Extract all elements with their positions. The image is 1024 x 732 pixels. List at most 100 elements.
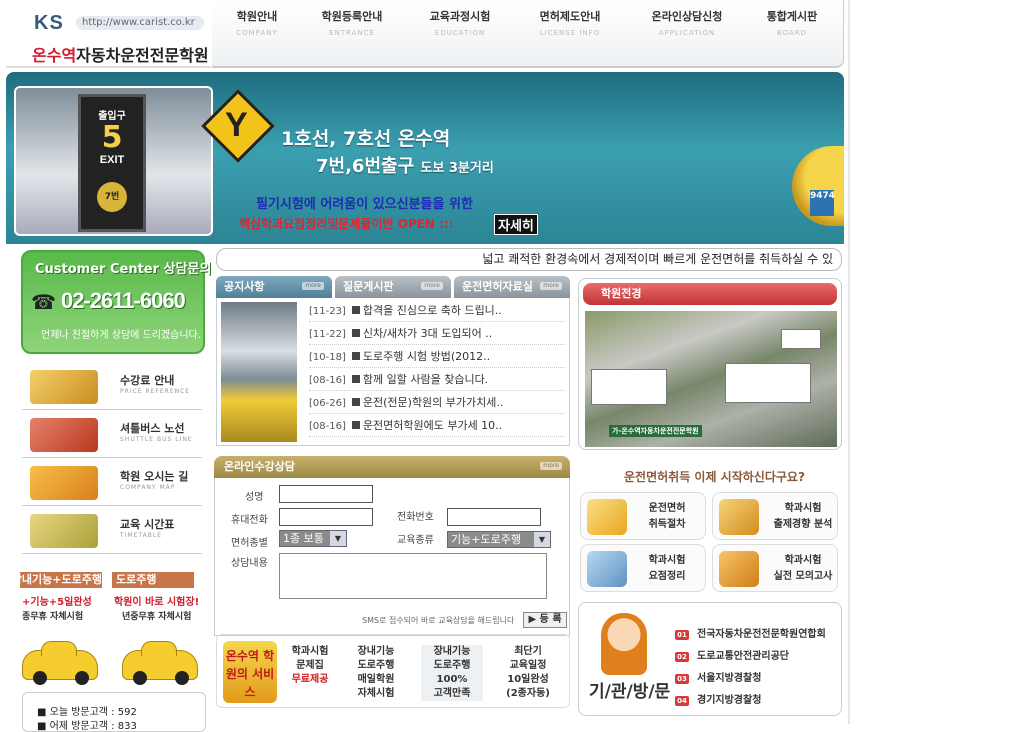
agency-name: 전국자동차운전전문학원연합회 bbox=[697, 629, 826, 640]
list-item[interactable]: [10-18] 도로주행 시험 방법(2012.. bbox=[309, 346, 565, 368]
more-button[interactable]: more bbox=[540, 462, 562, 470]
phone-input[interactable] bbox=[447, 508, 541, 526]
nav-application[interactable]: 온라인상담신청 APPLICATION bbox=[637, 8, 737, 37]
link-sublabel: SHUTTLE BUS LINE bbox=[120, 436, 193, 443]
more-button[interactable]: more bbox=[421, 282, 443, 290]
list-item[interactable]: [11-22] 신차/새차가 3대 도입되어 .. bbox=[309, 323, 565, 345]
bullet-icon bbox=[351, 352, 360, 360]
nav-label: 면허제도안내 bbox=[539, 10, 601, 23]
tile-license-process[interactable]: 운전면허취득절차 bbox=[580, 492, 706, 540]
list-item[interactable]: [08-16] 함께 일할 사람을 찾습니다. bbox=[309, 369, 565, 391]
notice-title: 운전면허학원에도 부가세 10.. bbox=[362, 419, 503, 432]
building-icon bbox=[30, 466, 98, 500]
tab-label: 질문게시판 bbox=[343, 280, 394, 293]
start-title: 운전면허취득 이제 시작하신다구요? bbox=[624, 470, 805, 484]
nav-board[interactable]: 통합게시판 BOARD bbox=[747, 8, 837, 37]
chevron-down-icon: ▼ bbox=[330, 531, 346, 546]
brand-station: 온수역 bbox=[32, 46, 77, 65]
submit-button[interactable]: ▶ 등 록 bbox=[523, 612, 567, 628]
list-item[interactable]: [11-23] 합격을 진심으로 축하 드립니.. bbox=[309, 300, 565, 322]
service-line: 교육일정 bbox=[509, 660, 547, 671]
tab-notice[interactable]: 공지사항 more bbox=[216, 276, 332, 298]
promo-tag-1[interactable]: 장내기능+도로주행 bbox=[20, 572, 102, 588]
pencil-cup-icon bbox=[587, 551, 627, 587]
agency-link[interactable]: 03 서울지방경찰청 bbox=[675, 669, 839, 689]
tile-exam-trends[interactable]: 학과시험 출제경향 분석 bbox=[712, 492, 838, 540]
nav-education[interactable]: 교육과정시험 EDUCATION bbox=[415, 8, 505, 37]
tile-line: 학과시험 bbox=[784, 503, 822, 514]
bullet-icon bbox=[351, 375, 360, 383]
tile-line: 학과시험 bbox=[784, 555, 822, 566]
scrolling-notice: 넓고 쾌적한 환경속에서 경제적이며 빠르게 운전면허를 취득하실 수 있 bbox=[216, 248, 842, 271]
course-select[interactable]: 기능+도로주행 ▼ bbox=[447, 531, 551, 548]
link-timetable[interactable]: 교육 시간표 TIMETABLE bbox=[22, 508, 202, 554]
content-textarea[interactable] bbox=[279, 553, 547, 599]
services-panel: 온수역 학원의 서비스 학과시험 문제집 무료제공 장내기능 도로주행 매일학원 자체시험… bbox=[216, 634, 570, 708]
nav-sublabel: COMPANY bbox=[236, 29, 278, 37]
nav-sublabel: BOARD bbox=[776, 29, 808, 37]
agency-link[interactable]: 02 도로교통안전관리공단 bbox=[675, 647, 839, 667]
tile-line: 운전면허 bbox=[648, 503, 686, 514]
link-shuttle[interactable]: 셔틀버스 노선 SHUTTLE BUS LINE bbox=[22, 412, 202, 458]
campus-photo[interactable]: 가-온수역자동차운전전문학원 bbox=[585, 311, 837, 447]
tab-questions[interactable]: 질문게시판 more bbox=[335, 276, 451, 298]
logo[interactable]: KS http://www.carist.co.kr 온수역자동차운전전문학원 bbox=[6, 2, 211, 68]
agency-link[interactable]: 04 경기지방경찰청 bbox=[675, 691, 839, 711]
taxi-car-image bbox=[22, 641, 98, 685]
customer-center-title: Customer Center 상담문의 bbox=[35, 262, 212, 277]
list-item[interactable]: [08-16] 운전면허학원에도 부가세 10.. bbox=[309, 415, 565, 437]
more-button[interactable]: more bbox=[540, 282, 562, 290]
banner-line3: 필기시험에 어려움이 있으신분들을 위한 bbox=[256, 197, 473, 212]
license-type-label: 면허종별 bbox=[231, 538, 268, 549]
visitor-counter: ■ 오늘 방문고객 : 592 ■ 어제 방문고객 : 833 bbox=[22, 692, 206, 732]
mobile-label: 휴대전화 bbox=[231, 515, 268, 526]
taxi-plate: 9474 bbox=[810, 190, 835, 216]
wheel bbox=[33, 671, 47, 685]
list-item[interactable]: [06-26] 운전(전문)학원의 부가가치세.. bbox=[309, 392, 565, 414]
tile-line: 학과시험 bbox=[648, 555, 686, 566]
tile-key-summary[interactable]: 학과시험 요점정리 bbox=[580, 544, 706, 592]
agency-link[interactable]: 01 전국자동차운전전문학원연합회 bbox=[675, 625, 839, 645]
link-map[interactable]: 학원 오시는 길 COMPANY MAP bbox=[22, 460, 202, 506]
campus-sign: 가-온수역자동차운전전문학원 bbox=[609, 425, 702, 437]
chevron-down-icon: ▼ bbox=[534, 532, 550, 547]
service-line: 10일완성 bbox=[507, 674, 549, 685]
mobile-input[interactable] bbox=[279, 508, 373, 526]
banner-line1: 1호선, 7호선 온수역 bbox=[281, 128, 451, 150]
detail-button[interactable]: 자세히 bbox=[494, 214, 538, 235]
agency-number: 01 bbox=[675, 630, 689, 640]
promo-tag-2[interactable]: 도로주행 bbox=[112, 572, 194, 588]
bullet-icon bbox=[351, 398, 360, 406]
agency-name: 도로교통안전관리공단 bbox=[697, 651, 789, 662]
notice-date: [10-18] bbox=[309, 352, 346, 363]
nav-license-info[interactable]: 면허제도안내 LICENSE INFO bbox=[525, 8, 615, 37]
tile-label: 학과시험 출제경향 분석 bbox=[769, 501, 837, 533]
agency-panel: 기/관/방/문 01 전국자동차운전전문학원연합회 02 도로교통안전관리공단 03… bbox=[578, 602, 842, 716]
main-banner: 출입구 5 EXIT 7번 750 Y 1호선, 7호선 온수역 7번,6번출구… bbox=[6, 72, 844, 244]
road-sign-icon bbox=[30, 418, 98, 452]
name-label: 성명 bbox=[245, 492, 264, 503]
tile-label: 학과시험 요점정리 bbox=[637, 553, 697, 585]
notice-title: 운전(전문)학원의 부가가치세.. bbox=[362, 396, 504, 409]
visitor-yesterday: ■ 어제 방문고객 : 833 bbox=[37, 721, 137, 732]
consult-title-bar: 온라인수강상담 more bbox=[214, 456, 570, 478]
course-label: 교육종류 bbox=[397, 535, 434, 546]
service-line: 매일학원 bbox=[357, 674, 395, 685]
nav-entrance[interactable]: 학원등록안내 ENTRANCE bbox=[307, 8, 397, 37]
notice-date: [08-16] bbox=[309, 421, 346, 432]
phone-number: 02-2611-6060 bbox=[61, 288, 186, 313]
nav-label: 학원안내 bbox=[236, 10, 278, 23]
more-button[interactable]: more bbox=[302, 282, 324, 290]
license-type-select[interactable]: 1종 보통 ▼ bbox=[279, 530, 347, 547]
nav-label: 온라인상담신청 bbox=[651, 10, 723, 23]
taxi-car-image bbox=[122, 641, 198, 685]
road-sign-letter: Y bbox=[225, 106, 248, 144]
name-input[interactable] bbox=[279, 485, 373, 503]
content-label: 상담내용 bbox=[231, 558, 268, 569]
tab-library[interactable]: 운전면허자료실 more bbox=[454, 276, 570, 298]
link-price[interactable]: 수강료 안내 PRICE REFERENCE bbox=[22, 364, 202, 410]
nav-company[interactable]: 학원안내 COMPANY bbox=[212, 8, 302, 37]
tile-line: 취득절차 bbox=[648, 519, 686, 530]
tile-mock-exam[interactable]: 학과시험 실전 모의고사 bbox=[712, 544, 838, 592]
tile-label: 운전면허취득절차 bbox=[637, 501, 697, 533]
